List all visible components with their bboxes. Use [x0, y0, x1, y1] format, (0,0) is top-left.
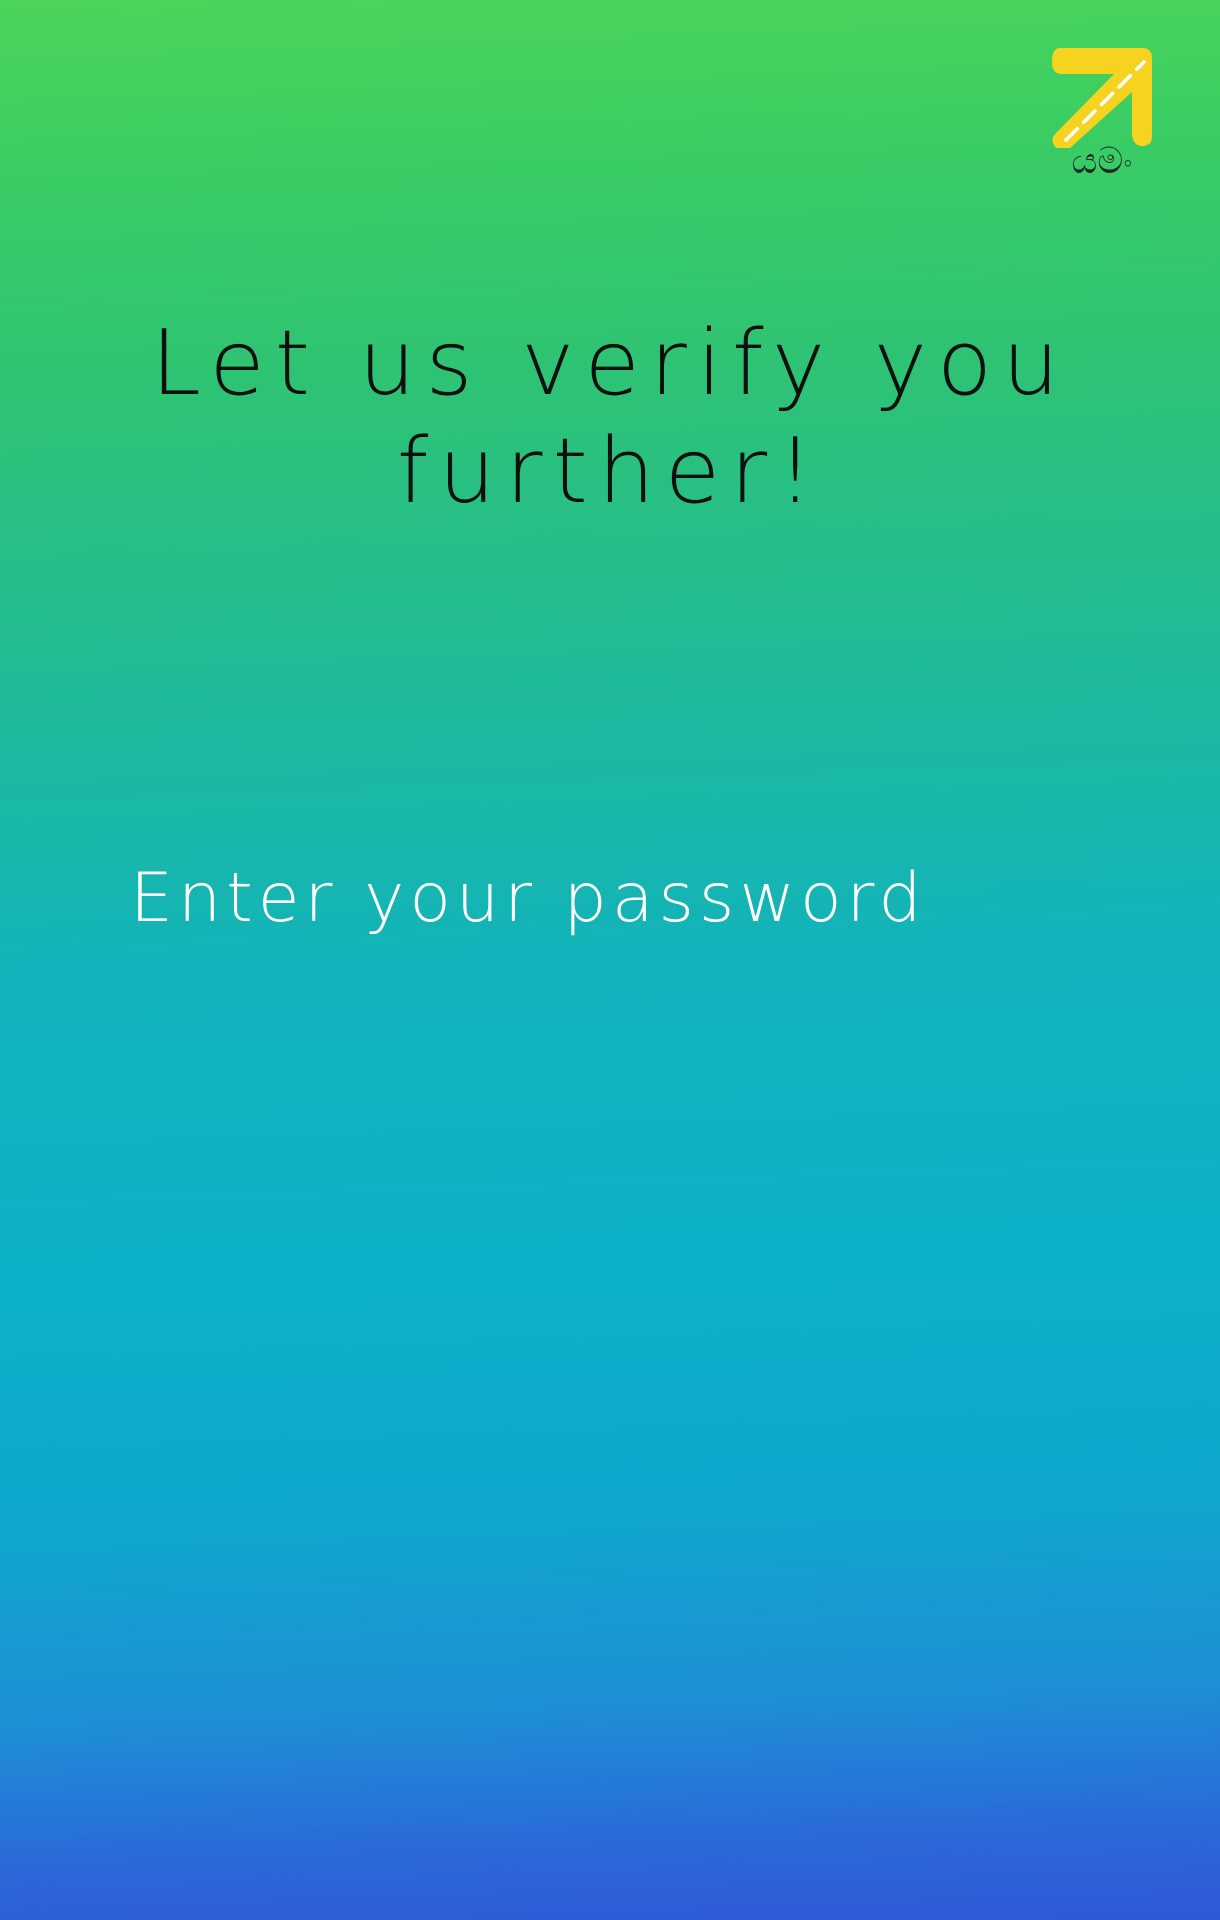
password-input[interactable] — [130, 850, 1090, 946]
page-title: Let us verify you further! — [150, 311, 1070, 524]
arrow-up-right-road-icon — [1052, 48, 1152, 148]
app-logo: යමං — [1050, 48, 1154, 188]
logo-wordmark: යමං — [1071, 141, 1133, 182]
